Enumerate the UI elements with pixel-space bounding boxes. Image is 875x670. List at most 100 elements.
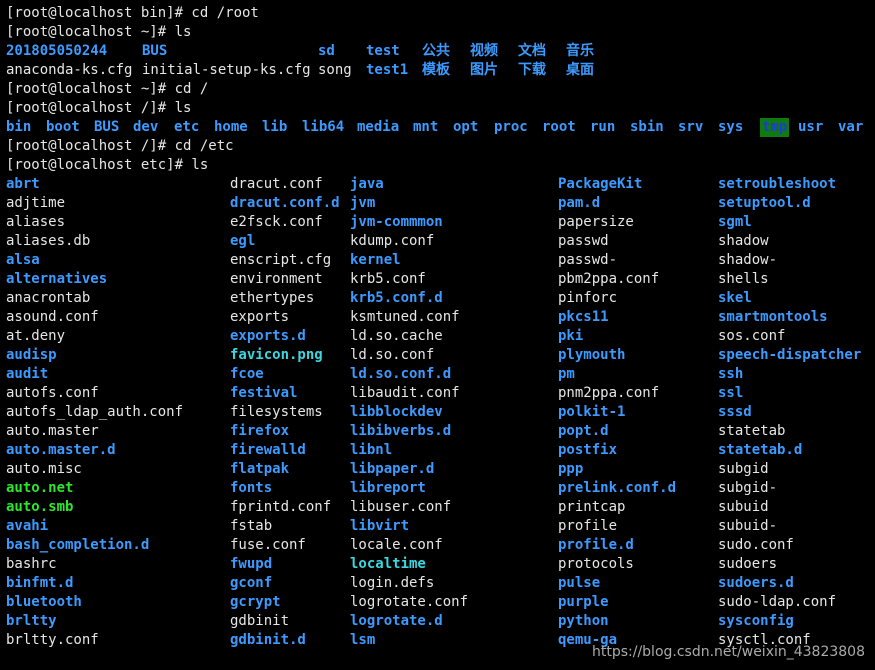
ls-output-etc-row: anacrontab ethertypes krb5.conf.d pinforc sk… <box>0 289 875 308</box>
directory-entry: audisp <box>6 347 57 363</box>
ls-output-etc-row: auto.smb fprintd.conf libuser.conf printcap… <box>0 498 875 517</box>
command-prompt: [root@localhost etc]# ls <box>6 157 209 173</box>
directory-entry: test <box>366 43 400 59</box>
file-entry: aliases.db <box>6 233 91 249</box>
directory-entry: pki <box>558 328 584 344</box>
file-entry: passwd <box>558 233 609 249</box>
file-entry: asound.conf <box>6 309 99 325</box>
file-entry: auto.misc <box>6 461 82 477</box>
ls-output-etc-row: at.deny exports.d ld.so.cache pki sos.conf <box>0 327 875 346</box>
prompt-line: [root@localhost bin]# cd /root <box>0 4 875 23</box>
directory-entry: exports.d <box>230 328 306 344</box>
ls-output-etc-row: bash_completion.d fuse.conf locale.conf pro… <box>0 536 875 555</box>
file-entry: profile <box>558 518 618 534</box>
ls-output-etc-row: autofs.conf festival libaudit.conf pnm2ppa.… <box>0 384 875 403</box>
executable-entry: auto.smb <box>6 499 74 515</box>
directory-entry: var <box>838 119 864 135</box>
directory-entry: popt.d <box>558 423 609 439</box>
directory-entry: firefox <box>230 423 290 439</box>
file-entry: krb5.conf <box>350 271 426 287</box>
directory-entry: krb5.conf.d <box>350 290 443 306</box>
file-entry: passwd- <box>558 252 618 268</box>
symlink-entry: localtime <box>350 556 426 572</box>
directory-entry: srv <box>678 119 704 135</box>
directory-entry: auto.master.d <box>6 442 116 458</box>
directory-entry: mnt <box>413 119 439 135</box>
file-entry: autofs.conf <box>6 385 99 401</box>
file-entry: adjtime <box>6 195 66 211</box>
directory-entry: brltty <box>6 613 57 629</box>
file-entry: e2fsck.conf <box>230 214 323 230</box>
file-entry: papersize <box>558 214 634 230</box>
directory-entry: libreport <box>350 480 426 496</box>
file-entry: fstab <box>230 518 273 534</box>
directory-entry: plymouth <box>558 347 626 363</box>
file-entry: autofs_ldap_auth.conf <box>6 404 184 420</box>
prompt-line: [root@localhost /]# cd /etc <box>0 137 875 156</box>
directory-entry: jvm <box>350 195 376 211</box>
terminal-window[interactable]: [root@localhost bin]# cd /root [root@loca… <box>0 0 875 670</box>
file-entry: subuid- <box>718 518 778 534</box>
file-entry: logrotate.conf <box>350 594 469 610</box>
file-entry: subgid <box>718 461 769 477</box>
directory-entry: 公共 <box>422 43 450 59</box>
directory-entry: 文档 <box>518 43 546 59</box>
ls-output-etc-row: binfmt.d gconf login.defs pulse sudoers.d <box>0 574 875 593</box>
file-entry: shadow <box>718 233 769 249</box>
directory-entry: 桌面 <box>566 62 594 78</box>
directory-entry: speech-dispatcher <box>718 347 862 363</box>
file-entry: kdump.conf <box>350 233 435 249</box>
directory-entry: libnl <box>350 442 393 458</box>
file-entry: shells <box>718 271 769 287</box>
directory-entry: pm <box>558 366 575 382</box>
file-entry: gdbinit <box>230 613 290 629</box>
directory-entry: sys <box>718 119 744 135</box>
directory-entry: festival <box>230 385 298 401</box>
ls-output-slash: bin boot BUS dev etc home lib lib64 media mnt opt p… <box>0 118 875 137</box>
directory-entry: bluetooth <box>6 594 82 610</box>
directory-entry: 图片 <box>470 62 498 78</box>
directory-entry: usr <box>798 119 824 135</box>
ls-output-etc-row: abrt dracut.conf java PackageKit setroublesh… <box>0 175 875 194</box>
directory-entry: 音乐 <box>566 43 594 59</box>
file-entry: sudo-ldap.conf <box>718 594 837 610</box>
directory-entry: binfmt.d <box>6 575 74 591</box>
directory-entry: ssh <box>718 366 744 382</box>
file-entry: exports <box>230 309 290 325</box>
directory-entry: sysconfig <box>718 613 794 629</box>
ls-output-etc-row: bluetooth gcrypt logrotate.conf purple sudo-… <box>0 593 875 612</box>
directory-entry: abrt <box>6 176 40 192</box>
directory-entry: polkit-1 <box>558 404 626 420</box>
file-entry: protocols <box>558 556 634 572</box>
directory-entry: audit <box>6 366 49 382</box>
directory-entry: sbin <box>630 119 664 135</box>
directory-entry: statetab.d <box>718 442 803 458</box>
ls-output-root: 201805050244 BUS sd test 公共 视频 文档 音乐 <box>0 42 875 61</box>
directory-entry: firewalld <box>230 442 306 458</box>
ls-output-etc-row: adjtime dracut.conf.d jvm pam.d setuptool.d <box>0 194 875 213</box>
directory-entry: libpaper.d <box>350 461 435 477</box>
ls-output-etc-row: alternatives environment krb5.conf pbm2ppa.… <box>0 270 875 289</box>
directory-entry: home <box>214 119 248 135</box>
file-entry: ksmtuned.conf <box>350 309 460 325</box>
directory-entry: lib <box>262 119 288 135</box>
directory-entry: PackageKit <box>558 176 643 192</box>
directory-entry: run <box>590 119 616 135</box>
watermark: https://blog.csdn.net/weixin_43823808 <box>591 644 865 660</box>
ls-output-etc-row: audit fcoe ld.so.conf.d pm ssh <box>0 365 875 384</box>
directory-entry: profile.d <box>558 537 634 553</box>
directory-entry: dracut.conf.d <box>230 195 340 211</box>
file-entry: aliases <box>6 214 66 230</box>
directory-entry: fcoe <box>230 366 264 382</box>
file-entry: printcap <box>558 499 626 515</box>
directory-entry: sd <box>318 43 335 59</box>
prompt-line: [root@localhost /]# ls <box>0 99 875 118</box>
tmp-directory-entry: tmp <box>760 118 790 137</box>
directory-entry: boot <box>46 119 80 135</box>
directory-entry: bin <box>6 119 32 135</box>
directory-entry: libibverbs.d <box>350 423 452 439</box>
file-entry: libaudit.conf <box>350 385 460 401</box>
file-entry: initial-setup-ks.cfg <box>142 62 311 78</box>
symlink-entry: favicon.png <box>230 347 323 363</box>
file-entry: fuse.conf <box>230 537 306 553</box>
